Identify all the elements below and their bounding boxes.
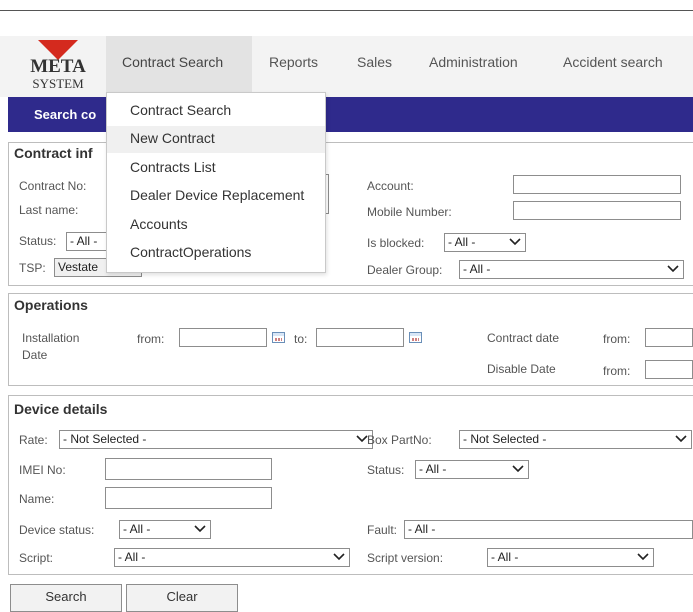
- is-blocked-value: - All -: [448, 235, 476, 249]
- device-status-right-select[interactable]: - All -: [415, 460, 529, 479]
- chevron-down-icon: [675, 435, 687, 443]
- device-status-label: Device status:: [19, 523, 95, 537]
- nav-accident-search[interactable]: Accident search: [563, 36, 663, 97]
- dealer-group-label: Dealer Group:: [367, 263, 443, 277]
- script-version-value: - All -: [491, 550, 519, 564]
- dealer-group-value: - All -: [463, 262, 491, 276]
- mobile-number-label: Mobile Number:: [367, 205, 452, 219]
- device-status-value: - All -: [123, 522, 151, 536]
- status-select[interactable]: - All -: [66, 232, 110, 251]
- status-select-value: - All -: [70, 234, 98, 248]
- contract-date-label: Contract date: [487, 331, 560, 345]
- imei-input[interactable]: [105, 458, 272, 480]
- chevron-down-icon: [509, 238, 521, 246]
- box-partno-value: - Not Selected -: [463, 432, 547, 446]
- nav-administration[interactable]: Administration: [429, 36, 518, 97]
- nav-sales[interactable]: Sales: [357, 36, 392, 97]
- menu-item-accounts[interactable]: Accounts: [130, 216, 188, 232]
- disable-date-label: Disable Date: [487, 362, 556, 376]
- script-select[interactable]: - All -: [114, 548, 350, 567]
- device-status-right-value: - All -: [419, 462, 447, 476]
- contract-date-from-label: from:: [603, 332, 631, 346]
- script-version-label: Script version:: [367, 551, 444, 565]
- chevron-down-icon: [637, 553, 649, 561]
- nav-reports[interactable]: Reports: [269, 36, 318, 97]
- meta-system-logo[interactable]: META SYSTEM: [14, 38, 102, 92]
- chevron-down-icon: [512, 465, 524, 473]
- device-status-select[interactable]: - All -: [119, 520, 211, 539]
- is-blocked-label: Is blocked:: [367, 236, 425, 250]
- last-name-label: Last name:: [19, 203, 79, 217]
- installation-date-label-line1: Installation: [22, 331, 80, 345]
- menu-item-contract-search[interactable]: Contract Search: [130, 102, 231, 118]
- imei-label: IMEI No:: [19, 463, 66, 477]
- installation-to-label: to:: [294, 332, 308, 346]
- contract-no-label: Contract No:: [19, 179, 87, 193]
- name-input[interactable]: [105, 487, 272, 509]
- rate-select-value: - Not Selected -: [63, 432, 147, 446]
- mobile-number-input[interactable]: [513, 201, 681, 220]
- top-divider: [0, 10, 693, 11]
- dealer-group-select[interactable]: - All -: [459, 260, 684, 279]
- status-label: Status:: [19, 234, 57, 248]
- account-label: Account:: [367, 179, 414, 193]
- rate-label: Rate:: [19, 433, 48, 447]
- contract-date-from-input[interactable]: [645, 328, 693, 347]
- installation-from-input[interactable]: [179, 328, 267, 347]
- chevron-down-icon: [194, 525, 206, 533]
- is-blocked-select[interactable]: - All -: [444, 233, 526, 252]
- contract-info-title: Contract inf: [14, 145, 93, 161]
- installation-to-input[interactable]: [316, 328, 404, 347]
- section-bar-title: Search co: [34, 107, 97, 122]
- fault-label: Fault:: [367, 523, 398, 537]
- device-status-right-label: Status:: [367, 463, 405, 477]
- nav-contract-search[interactable]: Contract Search: [106, 36, 252, 97]
- tsp-select-value: Vestate: [58, 260, 99, 274]
- calendar-icon[interactable]: [272, 332, 285, 343]
- operations-title: Operations: [14, 297, 88, 313]
- logo-text-meta: META: [30, 56, 86, 77]
- fault-select-value: - All -: [408, 522, 436, 536]
- menu-item-contracts-list[interactable]: Contracts List: [130, 159, 216, 175]
- box-partno-label: Box PartNo:: [367, 433, 432, 447]
- script-select-value: - All -: [118, 550, 146, 564]
- calendar-icon[interactable]: [409, 332, 422, 343]
- tsp-label: TSP:: [19, 261, 46, 275]
- name-label: Name:: [19, 492, 55, 506]
- installation-from-label: from:: [137, 332, 165, 346]
- box-partno-select[interactable]: - Not Selected -: [459, 430, 692, 449]
- menu-item-dealer-device-replacement[interactable]: Dealer Device Replacement: [130, 187, 304, 203]
- disable-date-from-label: from:: [603, 364, 631, 378]
- rate-select[interactable]: - Not Selected -: [59, 430, 373, 449]
- script-label: Script:: [19, 551, 54, 565]
- chevron-down-icon: [667, 265, 679, 273]
- menu-item-contract-operations[interactable]: ContractOperations: [130, 244, 251, 260]
- device-details-title: Device details: [14, 401, 108, 417]
- disable-date-from-input[interactable]: [645, 360, 693, 379]
- installation-date-label-line2: Date: [22, 348, 48, 362]
- script-version-select[interactable]: - All -: [487, 548, 654, 567]
- fault-select[interactable]: - All -: [404, 520, 693, 539]
- logo-text-system: SYSTEM: [32, 76, 84, 91]
- chevron-down-icon: [333, 553, 345, 561]
- menu-item-new-contract[interactable]: New Contract: [130, 130, 215, 146]
- account-input[interactable]: [513, 175, 681, 194]
